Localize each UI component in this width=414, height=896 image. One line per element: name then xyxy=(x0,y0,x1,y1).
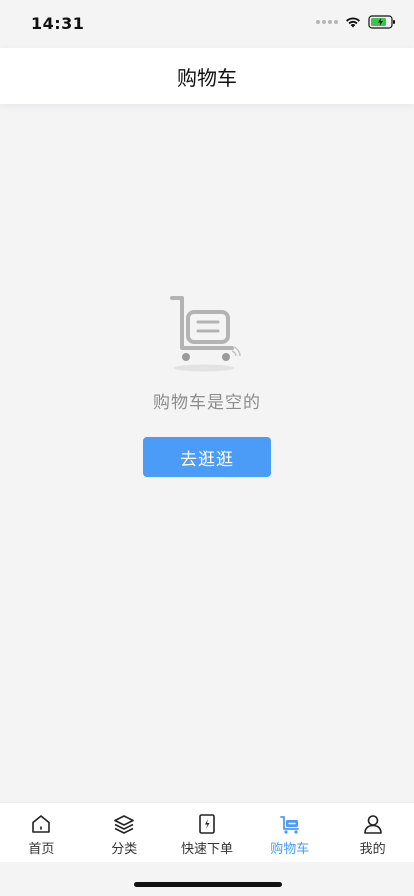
tab-cart[interactable]: 购物车 xyxy=(248,803,331,862)
nav-bar: 购物车 xyxy=(0,48,414,104)
signal-icon xyxy=(316,20,338,24)
tab-label: 分类 xyxy=(111,842,138,857)
status-time: 14:31 xyxy=(31,14,85,33)
layers-icon xyxy=(114,815,134,834)
go-shopping-button[interactable]: 去逛逛 xyxy=(143,437,271,477)
empty-cart-message: 购物车是空的 xyxy=(153,393,261,413)
home-indicator-area xyxy=(0,862,414,896)
tab-quick-order[interactable]: 快速下单 xyxy=(166,803,249,862)
status-indicators xyxy=(316,15,396,29)
tab-home[interactable]: 首页 xyxy=(0,803,83,862)
tab-label: 首页 xyxy=(28,842,55,857)
tab-category[interactable]: 分类 xyxy=(83,803,166,862)
tab-profile[interactable]: 我的 xyxy=(331,803,414,862)
home-icon xyxy=(32,815,51,833)
empty-cart-state: 购物车是空的 去逛逛 xyxy=(0,290,414,477)
cart-icon xyxy=(279,816,299,834)
user-icon xyxy=(363,815,382,834)
battery-icon xyxy=(368,15,395,29)
tab-bar: 首页 分类 快速下单 购物车 我的 xyxy=(0,802,414,862)
quick-order-icon xyxy=(199,814,215,834)
status-bar: 14:31 xyxy=(0,0,414,48)
empty-cart-icon xyxy=(170,296,241,372)
home-indicator[interactable] xyxy=(134,882,282,887)
tab-label: 我的 xyxy=(359,842,386,857)
wifi-icon xyxy=(346,17,360,28)
tab-label: 快速下单 xyxy=(180,842,233,857)
tab-label: 购物车 xyxy=(270,842,310,857)
page-title: 购物车 xyxy=(177,65,237,90)
